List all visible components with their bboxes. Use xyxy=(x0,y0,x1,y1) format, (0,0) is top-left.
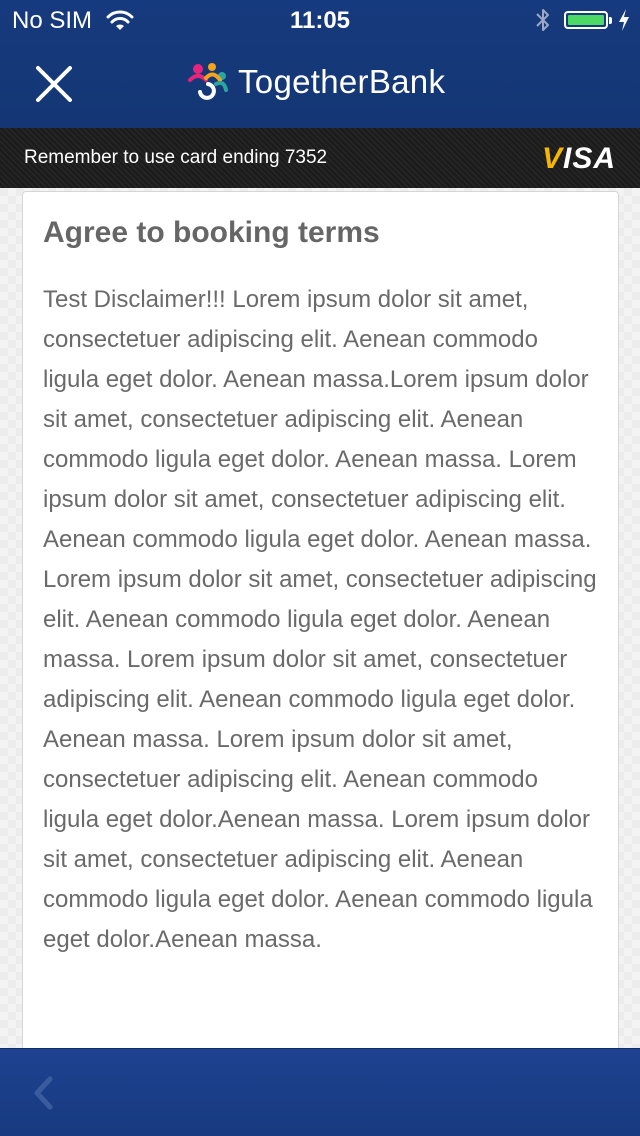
terms-body: Test Disclaimer!!! Lorem ipsum dolor sit… xyxy=(43,286,597,953)
card-reminder-banner: Remember to use card ending 7352 VISA xyxy=(0,128,640,188)
card-reminder-text: Remember to use card ending 7352 xyxy=(24,147,328,168)
chevron-left-icon[interactable] xyxy=(28,1073,60,1113)
togetherbank-logo-icon xyxy=(188,63,228,100)
terms-title: Agree to booking terms xyxy=(43,216,380,249)
visa-logo: VISA xyxy=(541,142,616,175)
nav-bar: TogetherBank xyxy=(0,40,640,128)
battery-level xyxy=(568,15,604,25)
visa-logo-rest: ISA xyxy=(562,142,616,175)
brand-name: TogetherBank xyxy=(238,63,446,100)
status-right-group xyxy=(534,6,630,34)
charging-bolt-icon xyxy=(619,9,629,31)
battery-icon xyxy=(564,11,612,29)
top-bar: No SIM 11:05 TogetherBank xyxy=(0,0,640,128)
brand-logo: TogetherBank xyxy=(186,62,445,102)
status-bar: No SIM 11:05 xyxy=(0,0,640,40)
close-icon[interactable] xyxy=(30,60,78,108)
bottom-toolbar xyxy=(0,1048,640,1136)
terms-card: Agree to booking terms Test Disclaimer!!… xyxy=(22,191,619,1061)
bluetooth-icon xyxy=(536,9,549,31)
